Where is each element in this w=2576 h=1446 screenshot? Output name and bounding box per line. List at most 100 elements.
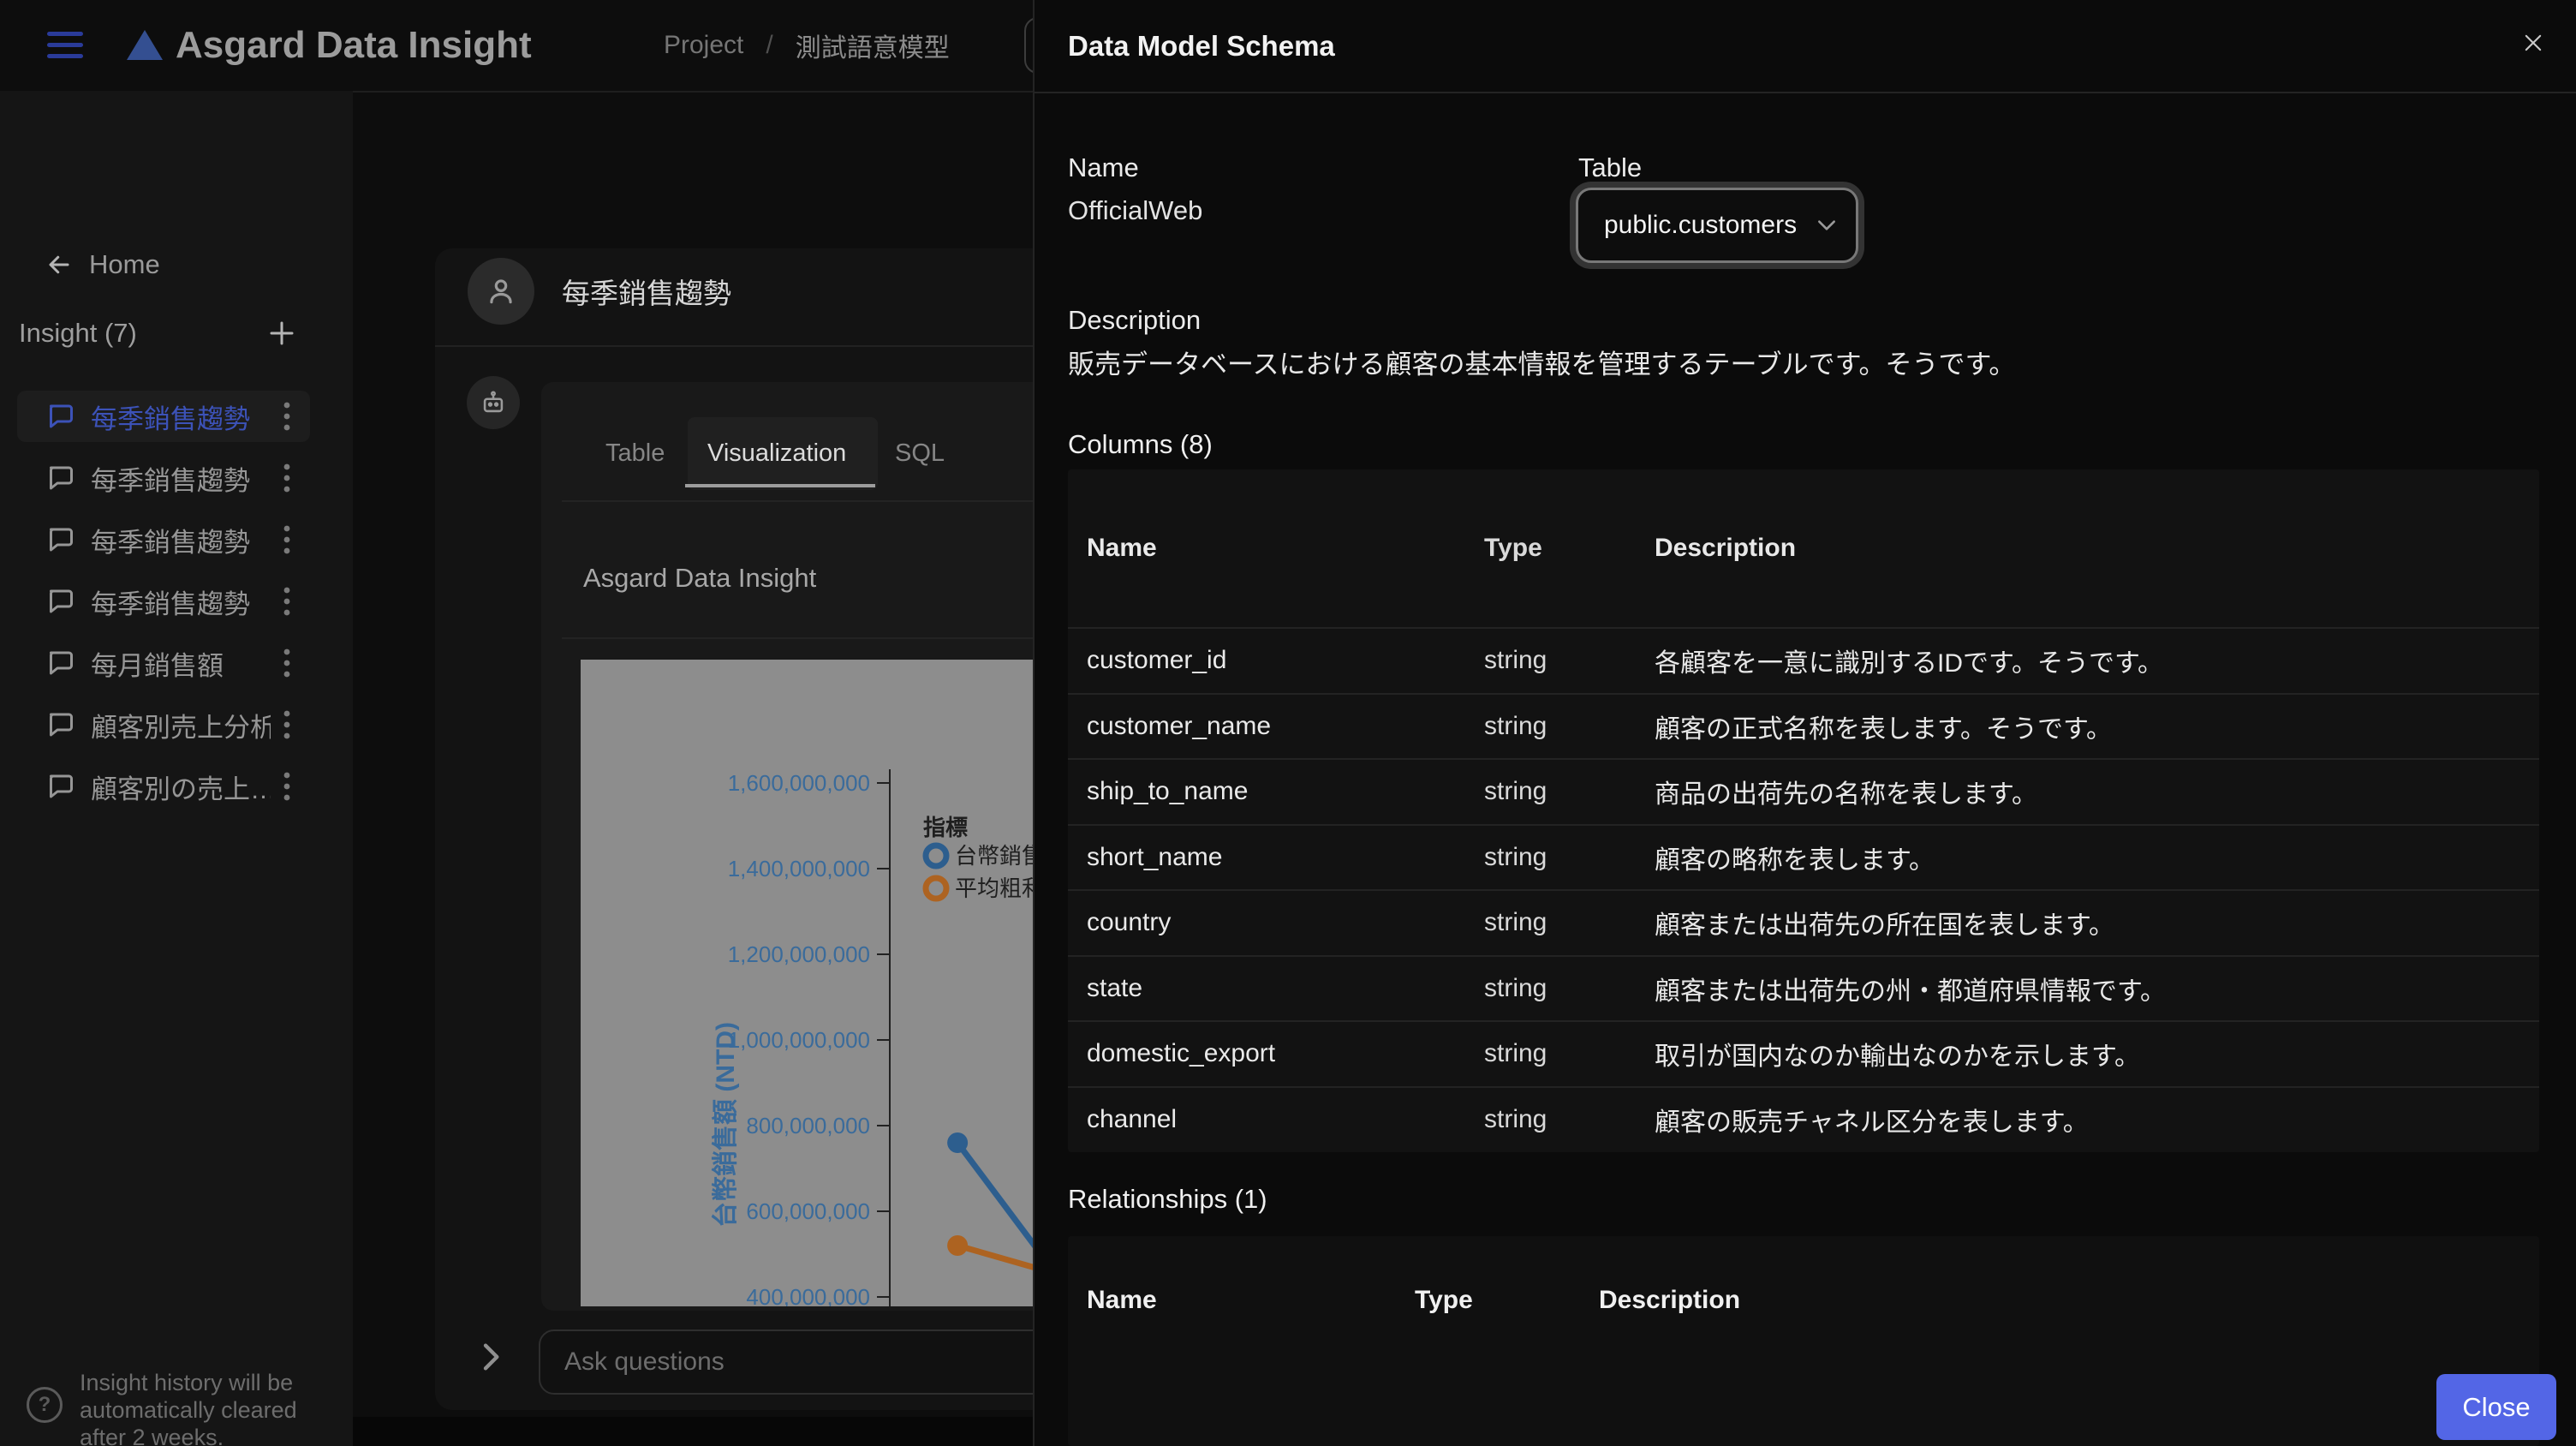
breadcrumb-project[interactable]: Project: [664, 31, 743, 60]
relationships-table-header: Name Type Description: [1068, 1236, 2539, 1365]
tab-visualization[interactable]: Visualization: [707, 417, 846, 490]
column-description: 顧客の正式名称を表します。そうです。: [1655, 714, 2112, 744]
kebab-menu-icon[interactable]: [283, 463, 291, 493]
tab-sql[interactable]: SQL: [895, 417, 945, 490]
modal-title: Data Model Schema: [1068, 29, 1335, 62]
sidebar-home-label: Home: [89, 249, 160, 279]
svg-text:1,000,000,000: 1,000,000,000: [728, 1027, 870, 1053]
info-question-icon: ?: [27, 1387, 63, 1423]
svg-text:1,400,000,000: 1,400,000,000: [728, 856, 870, 881]
svg-text:平均粗利: 平均粗利: [955, 875, 1044, 901]
column-type: string: [1484, 646, 1547, 675]
user-avatar: [468, 258, 534, 325]
divider: [435, 345, 1069, 347]
insight-list: 每季銷售趨勢 每季銷售趨勢 每季銷售趨勢 每季銷售趨勢 每月銷售額 顧客別売上分…: [17, 391, 310, 822]
close-x-icon: [2525, 34, 2542, 51]
user-message: 每季銷售趨勢: [562, 278, 731, 309]
insight-item-label: 每季銷售趨勢: [91, 589, 250, 619]
insight-item-label: 每季銷售趨勢: [91, 527, 250, 558]
history-note: ? Insight history will be automatically …: [27, 1369, 335, 1446]
chat-bubble-icon: [50, 774, 73, 798]
columns-section-title: Columns (8): [1068, 429, 1213, 459]
table-select[interactable]: public.customers: [1576, 188, 1858, 263]
data-model-schema-modal: Data Model Schema Name OfficialWeb Table…: [1033, 0, 2576, 1446]
columns-table-row: customer_name string 顧客の正式名称を表します。そうです。: [1068, 692, 2539, 759]
column-name: ship_to_name: [1087, 777, 1249, 806]
column-type: string: [1484, 777, 1547, 806]
sales-trend-chart: 400,000,000 600,000,000 800,000,000 1,000,0…: [581, 660, 1069, 1306]
menu-icon[interactable]: [47, 32, 83, 58]
tab-table[interactable]: Table: [605, 417, 665, 490]
add-insight-button[interactable]: [266, 315, 302, 351]
divider: [1035, 92, 2576, 93]
column-description: 顧客の略称を表します。: [1655, 845, 1935, 875]
modal-close-button[interactable]: [2514, 24, 2552, 62]
visualization-card-title: Asgard Data Insight: [583, 563, 817, 593]
insight-item-label: 顧客別売上分析: [91, 712, 271, 743]
columns-table-row: country string 顧客または出荷先の所在国を表します。: [1068, 889, 2539, 955]
svg-text:600,000,000: 600,000,000: [746, 1198, 870, 1224]
column-description: 各顧客を一意に識別するIDです。そうです。: [1655, 649, 2163, 678]
relationships-table: Name Type Description: [1068, 1236, 2539, 1446]
assistant-avatar: [467, 376, 520, 429]
svg-text:1,600,000,000: 1,600,000,000: [728, 770, 870, 796]
rel-header-description: Description: [1599, 1286, 1741, 1314]
svg-text:1,200,000,000: 1,200,000,000: [728, 941, 870, 967]
kebab-menu-icon[interactable]: [283, 709, 291, 740]
chat-bubble-icon: [50, 713, 73, 737]
app-root: Asgard Data Insight Project / 測試語意模型 Hom…: [0, 0, 2576, 1446]
sidebar-insight-item[interactable]: 顧客別の売上…: [17, 761, 310, 812]
name-value: OfficialWeb: [1068, 195, 1203, 225]
columns-table-row: ship_to_name string 商品の出荷先の名称を表します。: [1068, 758, 2539, 824]
kebab-menu-icon[interactable]: [283, 524, 291, 555]
sidebar-home-link[interactable]: Home: [45, 247, 160, 283]
sidebar-insight-item[interactable]: 每季銷售趨勢: [17, 452, 310, 504]
columns-table-row: state string 顧客または出荷先の州・都道府県情報です。: [1068, 954, 2539, 1021]
svg-text:400,000,000: 400,000,000: [746, 1284, 870, 1306]
chat-bubble-icon: [50, 404, 73, 428]
breadcrumb: Project / 測試語意模型: [664, 0, 950, 91]
column-description: 取引が国内なのか輸出なのかを示します。: [1655, 1043, 2140, 1072]
expand-panel-button[interactable]: [473, 1333, 507, 1381]
columns-table-row: short_name string 顧客の略称を表します。: [1068, 823, 2539, 890]
kebab-menu-icon[interactable]: [283, 771, 291, 802]
column-name: short_name: [1087, 842, 1223, 871]
sidebar-insight-item[interactable]: 每季銷售趨勢: [17, 391, 310, 442]
column-type: string: [1484, 908, 1547, 937]
sidebar-insight-item[interactable]: 每季銷售趨勢: [17, 514, 310, 565]
sidebar-insight-item[interactable]: 每月銷售額: [17, 637, 310, 689]
app-logo-triangle-icon: [127, 30, 163, 60]
relationships-section-title: Relationships (1): [1068, 1184, 1267, 1214]
columns-rows: customer_id string 各顧客を一意に識別するIDです。そうです。…: [1068, 627, 2539, 1151]
sales-chart-svg: 400,000,000 600,000,000 800,000,000 1,000,0…: [711, 769, 1050, 1306]
column-name: domestic_export: [1087, 1039, 1276, 1068]
col-header-description: Description: [1655, 534, 1797, 562]
chat-bubble-icon: [50, 651, 73, 675]
kebab-menu-icon[interactable]: [283, 401, 291, 432]
kebab-menu-icon[interactable]: [283, 648, 291, 678]
divider: [562, 500, 1069, 502]
col-header-type: Type: [1484, 534, 1542, 562]
app-title: Asgard Data Insight: [176, 24, 532, 66]
column-name: state: [1087, 973, 1143, 1002]
column-description: 顧客または出荷先の州・都道府県情報です。: [1655, 977, 2166, 1006]
robot-icon: [483, 391, 504, 413]
insight-item-label: 顧客別の売上…: [91, 774, 271, 804]
description-label: Description: [1068, 305, 1202, 335]
kebab-menu-icon[interactable]: [283, 586, 291, 617]
history-note-text: Insight history will be automatically cl…: [80, 1370, 297, 1446]
columns-table-header: Name Type Description: [1068, 469, 2539, 627]
insight-item-label: 每月銷售額: [91, 650, 224, 681]
table-label: Table: [1578, 152, 1643, 182]
sidebar-insight-item[interactable]: 顧客別売上分析: [17, 699, 310, 750]
sidebar-insight-item[interactable]: 每季銷售趨勢: [17, 576, 310, 627]
col-header-name: Name: [1087, 534, 1157, 562]
description-value: 販売データベースにおける顧客の基本情報を管理するテーブルです。そうです。: [1068, 349, 2016, 379]
close-button[interactable]: Close: [2436, 1374, 2556, 1440]
column-type: string: [1484, 973, 1547, 1002]
columns-table-row: domestic_export string 取引が国内なのか輸出なのかを示しま…: [1068, 1020, 2539, 1086]
columns-table: Name Type Description customer_id string…: [1068, 469, 2539, 1152]
ask-questions-input[interactable]: [539, 1329, 1070, 1395]
arrow-left-icon: [49, 255, 69, 274]
column-description: 商品の出荷先の名称を表します。: [1655, 780, 2037, 810]
